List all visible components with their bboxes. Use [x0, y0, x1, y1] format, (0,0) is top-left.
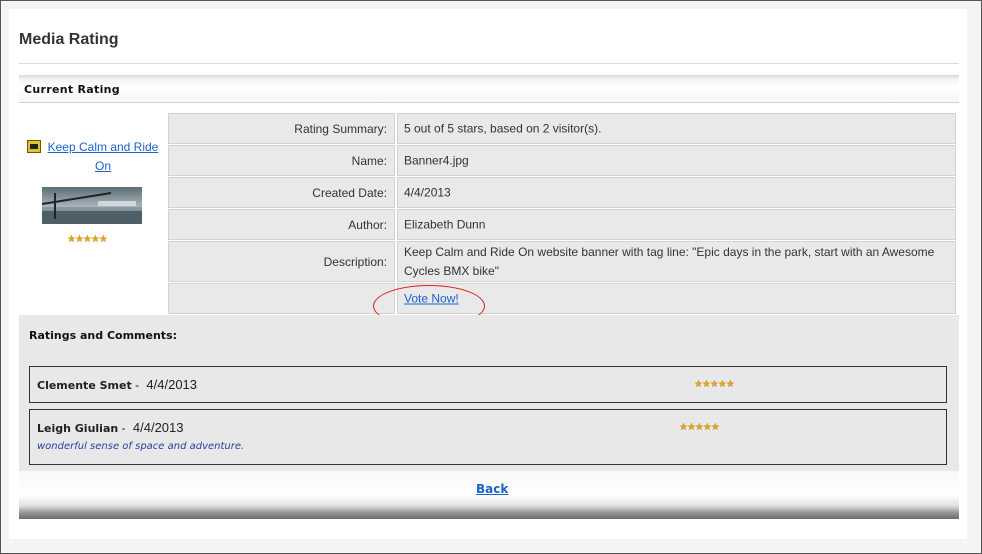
detail-label-cell: Created Date: [168, 177, 395, 208]
detail-label: Description: [323, 254, 387, 269]
detail-value: Elizabeth Dunn [404, 217, 486, 231]
comment-rating-stars: ★★★★★ [694, 379, 735, 390]
detail-label: Rating Summary: [294, 121, 387, 136]
detail-value: Banner4.jpg [404, 153, 469, 167]
media-link-wrap: Keep Calm and Ride On [25, 138, 165, 176]
footer-bar: Back [19, 471, 959, 519]
current-rating-header-label: Current Rating [24, 83, 120, 96]
detail-label-cell [168, 283, 395, 314]
detail-value: Keep Calm and Ride On website banner wit… [404, 244, 935, 278]
detail-label-cell: Description: [168, 241, 395, 282]
media-card: Keep Calm and Ride On ★★★★★ [19, 105, 167, 315]
comment-separator: - [121, 421, 126, 435]
detail-value: 4/4/2013 [404, 185, 451, 199]
detail-label-cell: Author: [168, 209, 395, 240]
media-rating-page: Media Rating Current Rating Keep Calm an… [9, 9, 967, 539]
ratings-comments-section: Ratings and Comments: Clemente Smet - 4/… [19, 315, 959, 471]
media-thumbnail[interactable] [42, 187, 142, 224]
detail-value-cell: Elizabeth Dunn [397, 209, 956, 240]
vote-cell: Vote Now! [404, 289, 944, 308]
comment-header: Clemente Smet - 4/4/2013 [37, 377, 197, 392]
back-link[interactable]: Back [476, 482, 508, 496]
ratings-comments-title: Ratings and Comments: [29, 329, 178, 342]
detail-row-created-date: Created Date: 4/4/2013 [167, 177, 959, 208]
detail-label: Name: [351, 153, 387, 168]
current-rating-header: Current Rating [19, 75, 959, 103]
comment-item: Leigh Giulian - 4/4/2013 ★★★★★ wonderful… [29, 409, 947, 465]
detail-label-cell: Name: [168, 145, 395, 176]
comment-rating-stars: ★★★★★ [679, 422, 720, 433]
thumbnail-tagline [98, 201, 136, 206]
media-rating-stars: ★★★★★ [67, 234, 108, 245]
detail-value-cell: 5 out of 5 stars, based on 2 visitor(s). [397, 113, 956, 144]
detail-row-author: Author: Elizabeth Dunn [167, 209, 959, 240]
comment-item: Clemente Smet - 4/4/2013 ★★★★★ [29, 366, 947, 403]
thumbnail-pylon [54, 193, 56, 219]
detail-row-vote: Vote Now! [167, 283, 959, 314]
window-frame: Media Rating Current Rating Keep Calm an… [0, 0, 982, 554]
detail-row-description: Description: Keep Calm and Ride On websi… [167, 241, 959, 282]
page-title: Media Rating [19, 31, 119, 48]
detail-label: Author: [348, 217, 387, 232]
thumbnail-water [42, 211, 142, 224]
detail-row-name: Name: Banner4.jpg [167, 145, 959, 176]
media-title-link[interactable]: Keep Calm and Ride On [47, 138, 159, 176]
title-divider [19, 63, 959, 64]
detail-value: 5 out of 5 stars, based on 2 visitor(s). [404, 121, 602, 135]
image-file-icon [27, 140, 41, 153]
detail-label-cell: Rating Summary: [168, 113, 395, 144]
commenter-name: Clemente Smet [37, 379, 132, 392]
comment-header: Leigh Giulian - 4/4/2013 [37, 420, 184, 435]
comment-separator: - [135, 378, 140, 392]
detail-row-rating-summary: Rating Summary: 5 out of 5 stars, based … [167, 113, 959, 144]
comment-text: wonderful sense of space and adventure. [37, 441, 245, 452]
detail-label: Created Date: [312, 185, 387, 200]
detail-value-cell: Keep Calm and Ride On website banner wit… [397, 241, 956, 282]
comment-date: 4/4/2013 [146, 377, 198, 392]
comment-date: 4/4/2013 [132, 420, 184, 435]
commenter-name: Leigh Giulian [37, 422, 119, 435]
detail-value-cell: Banner4.jpg [397, 145, 956, 176]
detail-value-cell: 4/4/2013 [397, 177, 956, 208]
